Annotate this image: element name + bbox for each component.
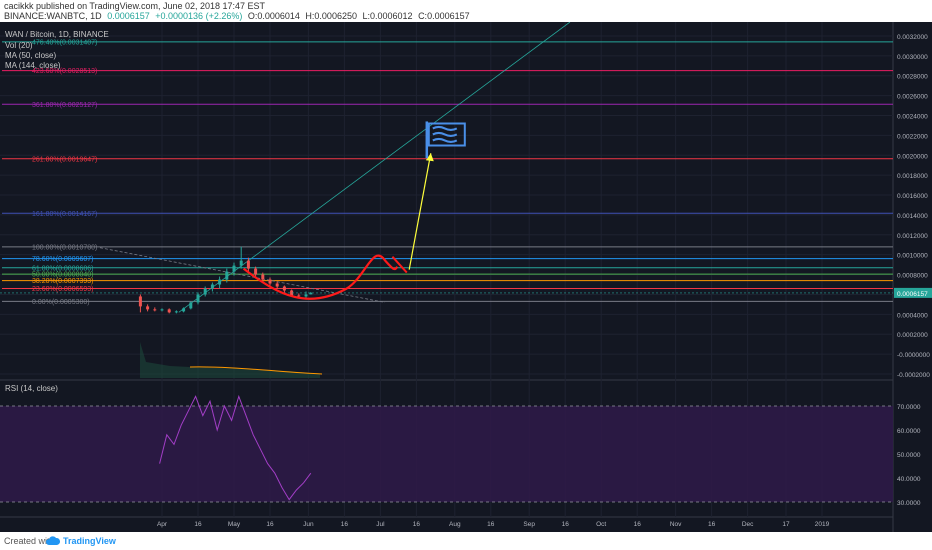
y-tick-label: 0.0008000 [897,273,928,280]
x-tick-label: 16 [194,521,202,528]
x-tick-label: 16 [634,521,642,528]
y-tick-label: -0.0000000 [897,352,930,359]
candle-body [304,294,308,297]
legend-volume: Vol (20) [5,41,33,50]
y-tick-label: 0.0018000 [897,173,928,180]
x-tick-label: 2019 [815,521,830,528]
fib-level-label: 0.00%(0.0005300) [32,299,90,306]
x-tick-label: 16 [413,521,421,528]
legend-title: WAN / Bitcoin, 1D, BINANCE [5,30,109,39]
x-tick-label: May [228,521,241,528]
legend-ma50: MA (50, close) [5,51,57,60]
x-tick-label: Sep [523,521,535,528]
footer-bar: Created with TradingView [0,532,932,550]
candle-body [254,268,258,275]
candle-body [268,279,272,284]
candle-body [146,306,150,310]
last-price-tag-label: 0.0006157 [897,291,928,298]
candle-body [138,296,142,307]
x-tick-label: Jun [303,521,314,528]
x-tick-label: Oct [596,521,606,528]
fib-level-label: 361.80%(0.0025127) [32,102,97,109]
x-tick-label: 17 [782,521,790,528]
candle-body [225,271,229,280]
x-tick-label: Apr [157,521,168,528]
candle-body [261,274,265,280]
close-value: C:0.0006157 [418,11,470,21]
open-value: O:0.0006014 [247,11,300,21]
fib-level-label: 38.20%(0.0007393) [32,278,94,285]
x-tick-label: 16 [487,521,495,528]
publish-info: published on TradingView.com, June 02, 2… [36,1,266,11]
x-tick-label: 16 [341,521,349,528]
ohlc-line: BINANCE:WANBTC, 1D 0.0006157 +0.0000136 … [4,11,473,21]
fib-level-label: 100.00%(0.0010780) [32,244,97,251]
x-tick-label: Dec [742,521,754,528]
candle-body [174,311,178,313]
y-tick-label: 0.0026000 [897,94,928,101]
y-tick-label: 0.0004000 [897,312,928,319]
y-tick-label: 0.0022000 [897,133,928,140]
fib-level-label: 161.80%(0.0014167) [32,211,97,218]
rsi-tick-label: 30.0000 [897,500,921,507]
y-tick-label: 0.0020000 [897,153,928,160]
y-tick-label: 0.0010000 [897,253,928,260]
candle-body [196,294,200,303]
rsi-tick-label: 60.0000 [897,428,921,435]
rsi-band [0,406,893,502]
x-tick-label: Nov [670,521,682,528]
x-tick-label: 16 [562,521,570,528]
price-chart[interactable]: 0.0032000 0.0030000 0.0028000 0.0026000 0.00… [0,22,932,532]
y-tick-label: 0.0024000 [897,113,928,120]
candle-body [153,309,157,311]
y-tick-label: 0.0014000 [897,213,928,220]
candle-body [239,260,243,266]
y-tick-label: 0.0002000 [897,332,928,339]
high-value: H:0.0006250 [305,11,357,21]
price-change: +0.0000136 (+2.26%) [155,11,243,21]
candle-body [203,288,207,295]
x-tick-label: Jul [376,521,385,528]
y-tick-label: 0.0030000 [897,54,928,61]
y-tick-label: 0.0032000 [897,34,928,41]
x-tick-label: Aug [449,521,461,528]
candle-body [218,279,222,285]
legend-rsi: RSI (14, close) [5,384,58,393]
y-tick-label: 0.0028000 [897,74,928,81]
tradingview-brand[interactable]: TradingView [63,536,116,546]
cloud-icon [46,536,61,545]
author-name[interactable]: cacikkk [4,1,34,11]
low-value: L:0.0006012 [362,11,413,21]
candle-body [182,308,186,312]
candle-body [246,260,250,269]
y-tick-label: 0.0012000 [897,233,928,240]
x-tick-label: 16 [266,521,274,528]
rsi-tick-label: 40.0000 [897,476,921,483]
candle-body [160,309,164,311]
candle-body [167,309,171,313]
symbol-label: BINANCE:WANBTC, 1D [4,11,102,21]
last-price: 0.0006157 [107,11,150,21]
candle-body [232,265,236,272]
publish-line: cacikkk published on TradingView.com, Ju… [4,1,265,11]
fib-level-label: 476.40%(0.0031407) [32,39,97,46]
chart-header: cacikkk published on TradingView.com, Ju… [0,0,932,22]
legend-ma144: MA (144, close) [5,61,61,70]
candle-body [189,302,193,309]
y-tick-label: -0.0002000 [897,372,930,379]
fib-level-label: 261.80%(0.0019647) [32,156,97,163]
candle-body [210,284,214,289]
x-tick-label: 16 [708,521,716,528]
candle-body [282,286,286,291]
rsi-tick-label: 70.0000 [897,404,921,411]
candle-body [297,295,301,297]
y-tick-label: 0.0016000 [897,193,928,200]
rsi-tick-label: 50.0000 [897,452,921,459]
fib-level-label: 78.60%(0.0009607) [32,256,94,263]
candle-body [275,283,279,287]
fib-level-label: 23.60%(0.0006593) [32,286,94,293]
